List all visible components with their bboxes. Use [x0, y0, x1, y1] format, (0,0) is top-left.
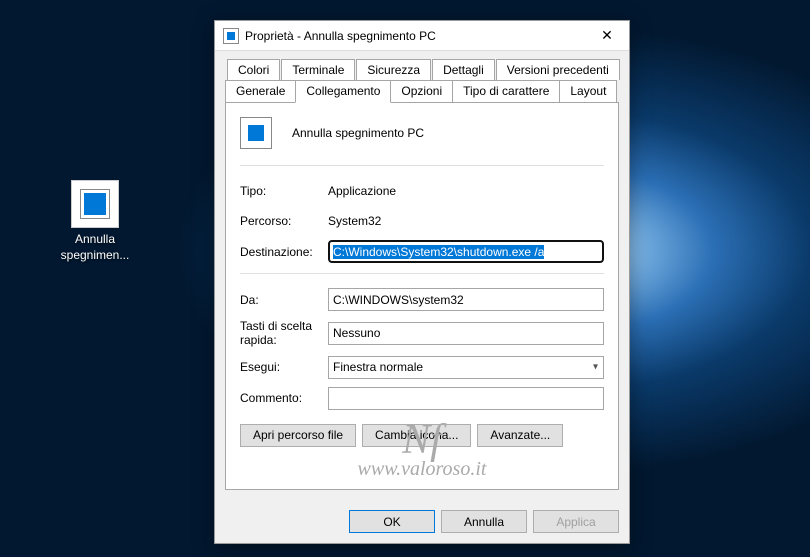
select-esegui[interactable]	[328, 356, 604, 379]
divider	[240, 273, 604, 274]
input-tasti[interactable]	[328, 322, 604, 345]
label-commento: Commento:	[240, 391, 328, 405]
divider	[240, 165, 604, 166]
close-button[interactable]: ✕	[587, 22, 627, 50]
value-tipo: Applicazione	[328, 184, 396, 198]
label-da: Da:	[240, 293, 328, 307]
input-destinazione[interactable]	[328, 240, 604, 263]
label-percorso: Percorso:	[240, 214, 328, 228]
shortcut-large-icon	[240, 117, 272, 149]
input-da[interactable]	[328, 288, 604, 311]
tab-strip: Colori Terminale Sicurezza Dettagli Vers…	[225, 59, 619, 102]
tab-versioni[interactable]: Versioni precedenti	[496, 59, 620, 80]
titlebar[interactable]: Proprietà - Annulla spegnimento PC ✕	[215, 21, 629, 51]
label-tipo: Tipo:	[240, 184, 328, 198]
input-commento[interactable]	[328, 387, 604, 410]
tab-terminale[interactable]: Terminale	[281, 59, 355, 80]
open-file-location-button[interactable]: Apri percorso file	[240, 424, 356, 447]
tab-tipo-carattere[interactable]: Tipo di carattere	[452, 80, 560, 102]
value-percorso: System32	[328, 214, 381, 228]
change-icon-button[interactable]: Cambia icona...	[362, 424, 471, 447]
label-esegui: Esegui:	[240, 360, 328, 374]
tab-sicurezza[interactable]: Sicurezza	[356, 59, 431, 80]
dialog-footer: OK Annulla Applica	[215, 500, 629, 543]
tab-opzioni[interactable]: Opzioni	[390, 80, 453, 102]
properties-dialog: Proprietà - Annulla spegnimento PC ✕ Col…	[214, 20, 630, 544]
tab-collegamento[interactable]: Collegamento	[295, 80, 391, 103]
advanced-button[interactable]: Avanzate...	[477, 424, 563, 447]
watermark-url: www.valoroso.it	[358, 458, 487, 480]
tab-generale[interactable]: Generale	[225, 80, 296, 102]
label-tasti: Tasti di scelta rapida:	[240, 319, 328, 348]
label-destinazione: Destinazione:	[240, 245, 328, 259]
tab-dettagli[interactable]: Dettagli	[432, 59, 495, 80]
cancel-button[interactable]: Annulla	[441, 510, 527, 533]
desktop-shortcut[interactable]: Annulla spegnimen...	[45, 180, 145, 263]
apply-button[interactable]: Applica	[533, 510, 619, 533]
shortcut-icon	[71, 180, 119, 228]
tab-panel: Annulla spegnimento PC Tipo: Applicazion…	[225, 102, 619, 490]
dialog-title: Proprietà - Annulla spegnimento PC	[245, 29, 587, 43]
tab-layout[interactable]: Layout	[559, 80, 617, 102]
shortcut-name: Annulla spegnimento PC	[292, 126, 424, 140]
ok-button[interactable]: OK	[349, 510, 435, 533]
tab-colori[interactable]: Colori	[227, 59, 280, 80]
desktop-shortcut-label: Annulla spegnimen...	[45, 232, 145, 263]
titlebar-icon	[223, 28, 239, 44]
